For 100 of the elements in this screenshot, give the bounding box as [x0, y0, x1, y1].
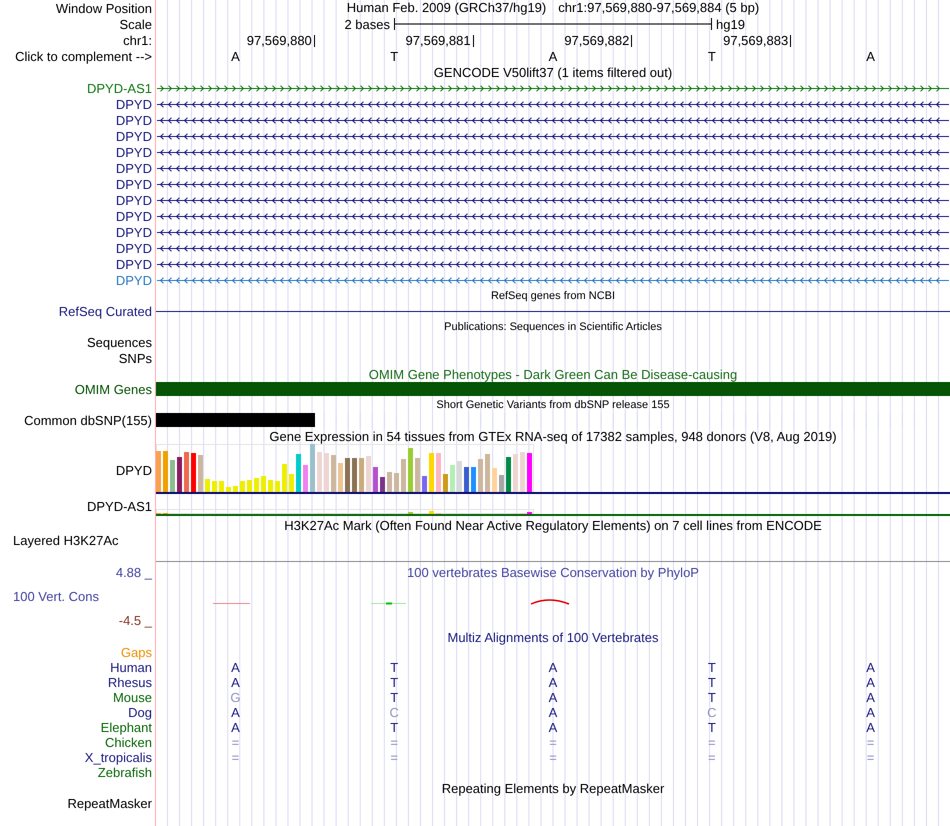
aligned-base: T	[708, 675, 716, 690]
track-title: H3K27Ac Mark (Often Found Near Active Regulatory Elements) on 7 cell lines from ENCODE	[284, 518, 822, 532]
expression-bar	[205, 479, 210, 492]
track-title: Short Genetic Variants from dbSNP release 155	[436, 398, 670, 412]
track-label: DPYD	[116, 240, 152, 256]
aligned-base: A	[231, 675, 240, 690]
aligned-base: T	[708, 720, 716, 735]
track-label: DPYD	[116, 256, 152, 272]
database-label: hg19	[716, 16, 745, 32]
expression-bar	[345, 458, 350, 492]
expression-bar	[373, 467, 378, 492]
expression-bar	[226, 487, 231, 492]
aligned-base: A	[231, 705, 240, 720]
aligned-base: =	[549, 735, 557, 750]
species-label: Mouse	[112, 690, 152, 705]
expression-bar	[338, 463, 343, 492]
expression-bar	[156, 451, 161, 492]
expression-bar	[359, 458, 364, 492]
expression-bar	[184, 452, 189, 492]
aligned-base: G	[230, 690, 240, 705]
aligned-base: =	[708, 750, 716, 765]
aligned-base: T	[390, 675, 398, 690]
expression-bar	[247, 480, 252, 492]
track-title: Publications: Sequences in Scientific Articles	[444, 320, 662, 334]
position-label: 97,569,883	[723, 35, 792, 47]
aligned-base: A	[866, 705, 875, 720]
axis-label: -4.5 _	[118, 613, 152, 628]
expression-bar	[429, 511, 434, 514]
aligned-base: =	[866, 735, 874, 750]
base-letter[interactable]: A	[866, 48, 875, 64]
aligned-base: C	[707, 705, 716, 720]
species-label: Zebrafish	[98, 765, 152, 780]
track-label: Common dbSNP(155)	[24, 413, 152, 428]
expression-bar	[275, 481, 280, 492]
aligned-base: =	[708, 735, 716, 750]
track-label: DPYD	[116, 192, 152, 208]
base-letter[interactable]: T	[390, 48, 398, 64]
expression-bar	[464, 467, 469, 492]
track-label: DPYD	[116, 224, 152, 240]
axis-label: 4.88 _	[116, 564, 152, 580]
expression-bar	[394, 473, 399, 492]
track-label: DPYD	[116, 128, 152, 144]
position-label: 97,569,880	[246, 35, 315, 47]
aligned-base: =	[866, 750, 874, 765]
expression-bar	[296, 454, 301, 492]
track-label: OMIM Genes	[74, 382, 152, 397]
expression-bar	[401, 459, 406, 492]
track-label: DPYD	[116, 272, 152, 288]
base-letter[interactable]: T	[708, 48, 716, 64]
expression-bar	[219, 481, 224, 492]
track-label: Sequences	[86, 335, 152, 350]
species-label: X_tropicalis	[84, 750, 152, 765]
track-label: DPYD	[116, 160, 152, 176]
aligned-base: T	[390, 720, 398, 735]
expression-bar	[191, 453, 196, 492]
expression-bar	[254, 478, 259, 492]
expression-bar	[366, 456, 371, 492]
aligned-base: =	[390, 735, 398, 750]
species-label: Rhesus	[108, 675, 152, 690]
expression-bar	[492, 468, 497, 492]
track-label: DPYD	[116, 176, 152, 192]
expression-bar	[170, 460, 175, 492]
aligned-base: A	[548, 690, 558, 705]
base-letter[interactable]: A	[548, 48, 558, 64]
expression-bar	[177, 457, 182, 492]
expression-bar	[415, 458, 420, 492]
expression-bar	[387, 472, 392, 492]
track-label: DPYD	[116, 462, 152, 478]
track-title: Repeating Elements by RepeatMasker	[442, 780, 664, 796]
aligned-base: A	[548, 660, 558, 675]
expression-bar	[499, 475, 504, 492]
assembly-label: Human Feb. 2009 (GRCh37/hg19)	[346, 0, 546, 14]
aligned-base: A	[548, 705, 558, 720]
track-label: DPYD	[116, 96, 152, 112]
track-label: DPYD-AS1	[86, 499, 152, 514]
expression-bar	[352, 458, 357, 492]
row-label: Window Position	[56, 0, 152, 16]
aligned-base: =	[549, 750, 557, 765]
aligned-base: A	[866, 660, 875, 675]
track-label: SNPs	[118, 350, 152, 366]
track-label: DPYD	[116, 112, 152, 128]
expression-bar	[289, 474, 294, 492]
species-label: Human	[110, 660, 152, 675]
aligned-base: A	[548, 720, 558, 735]
base-letter[interactable]: A	[231, 48, 240, 64]
conservation-signal	[530, 599, 570, 605]
expression-bar	[485, 454, 490, 492]
position-range: chr1:97,569,880-97,569,884 (5 bp)	[558, 0, 760, 14]
expression-bar	[408, 448, 413, 492]
expression-bar	[443, 474, 448, 492]
track-label: 100 Vert. Cons	[13, 588, 99, 604]
expression-bar	[303, 465, 308, 492]
expression-bar	[240, 481, 245, 492]
row-label[interactable]: Click to complement -->	[15, 48, 152, 64]
track-label: RefSeq Curated	[58, 304, 152, 319]
expression-bar	[513, 454, 518, 492]
expression-bar	[429, 453, 434, 492]
expression-bar	[324, 453, 329, 492]
expression-bar	[422, 476, 427, 492]
track-title: RefSeq genes from NCBI	[490, 290, 616, 302]
